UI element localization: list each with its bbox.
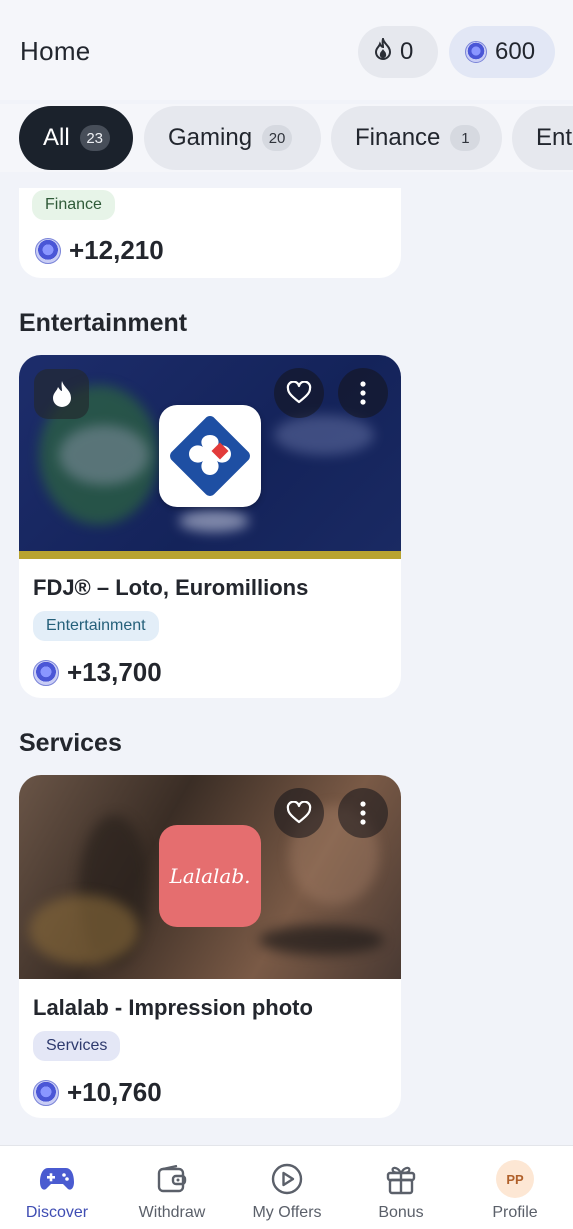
reward: +12,210 xyxy=(35,235,164,266)
category-tabs: All 23 Gaming 20 Finance 1 Ent xyxy=(0,104,573,172)
reward-value: +12,210 xyxy=(69,235,164,265)
nav-discover[interactable]: Discover xyxy=(0,1146,114,1229)
streak-count: 0 xyxy=(400,38,414,65)
nav-my-offers[interactable]: My Offers xyxy=(230,1146,344,1229)
tab-gaming[interactable]: Gaming 20 xyxy=(144,106,321,170)
nav-label: Discover xyxy=(25,1204,89,1221)
fdj-logo xyxy=(159,405,261,507)
tab-label: Gaming xyxy=(168,124,253,151)
reward: +10,760 xyxy=(33,1077,387,1108)
play-circle-icon xyxy=(271,1162,303,1196)
bottom-nav: Discover Withdraw My Offers Bonus PP Pro… xyxy=(0,1145,573,1229)
tab-all[interactable]: All 23 xyxy=(19,106,133,170)
reward-value: +10,760 xyxy=(67,1077,162,1107)
app-header: Home 0 600 xyxy=(0,0,573,100)
coin-balance-value: 600 xyxy=(495,38,536,65)
hot-offer-badge xyxy=(34,369,89,419)
banner-decoration xyxy=(29,895,139,965)
tab-entertainment[interactable]: Ent xyxy=(512,106,573,170)
coin-icon xyxy=(35,237,61,264)
offer-card-fdj[interactable]: FDJ® – Loto, Euromillions Entertainment … xyxy=(19,355,401,698)
tab-finance[interactable]: Finance 1 xyxy=(331,106,502,170)
page-title: Home xyxy=(20,36,91,66)
favorite-button[interactable] xyxy=(274,788,324,838)
nav-profile[interactable]: PP Profile xyxy=(458,1146,572,1229)
more-options-button[interactable] xyxy=(338,368,388,418)
tab-count: 23 xyxy=(79,125,110,151)
gift-icon xyxy=(385,1162,417,1196)
category-badge: Entertainment xyxy=(33,611,159,641)
category-badge: Services xyxy=(33,1031,121,1061)
flame-icon xyxy=(52,381,71,407)
more-vertical-icon xyxy=(360,381,366,405)
coin-icon xyxy=(465,41,487,63)
section-title-services: Services xyxy=(19,729,122,757)
tab-label: Ent xyxy=(536,124,573,151)
gamepad-icon xyxy=(39,1162,75,1196)
nav-label: Withdraw xyxy=(138,1204,206,1221)
avatar: PP xyxy=(496,1160,534,1198)
coin-icon xyxy=(33,1079,59,1106)
lalalab-logo: Lalalab. xyxy=(159,825,261,927)
tab-count: 20 xyxy=(262,125,293,151)
nav-label: Bonus xyxy=(378,1204,424,1221)
banner-decoration xyxy=(259,925,384,955)
logo-text: Lalalab. xyxy=(169,864,251,888)
wallet-icon xyxy=(157,1162,187,1196)
offer-banner: Lalalab. xyxy=(19,775,401,979)
coin-icon xyxy=(33,659,59,686)
section-title-entertainment: Entertainment xyxy=(19,309,188,337)
more-options-button[interactable] xyxy=(338,788,388,838)
offer-name: FDJ® – Loto, Euromillions xyxy=(33,575,309,600)
category-badge: Finance xyxy=(32,190,115,220)
reward-value: +13,700 xyxy=(67,657,162,687)
streak-counter[interactable]: 0 xyxy=(358,26,438,78)
more-vertical-icon xyxy=(360,801,366,825)
nav-label: My Offers xyxy=(252,1204,322,1221)
banner-decoration xyxy=(274,415,374,455)
flame-icon xyxy=(374,34,392,67)
tab-label: All xyxy=(43,124,70,151)
nav-label: Profile xyxy=(492,1204,538,1221)
tab-count: 1 xyxy=(450,125,481,151)
nav-withdraw[interactable]: Withdraw xyxy=(115,1146,229,1229)
heart-icon xyxy=(286,801,312,824)
favorite-button[interactable] xyxy=(274,368,324,418)
offer-banner xyxy=(19,355,401,559)
offer-card-finance[interactable]: Finance +12,210 xyxy=(19,188,401,278)
heart-icon xyxy=(286,381,312,404)
tab-label: Finance xyxy=(355,124,441,151)
reward: +13,700 xyxy=(33,657,387,688)
banner-decoration xyxy=(179,510,249,532)
nav-bonus[interactable]: Bonus xyxy=(344,1146,458,1229)
coin-balance[interactable]: 600 xyxy=(449,26,555,78)
banner-decoration xyxy=(59,425,149,485)
offer-name: Lalalab - Impression photo xyxy=(33,995,313,1020)
offer-card-lalalab[interactable]: Lalalab. Lalalab - Impression photo Serv… xyxy=(19,775,401,1118)
